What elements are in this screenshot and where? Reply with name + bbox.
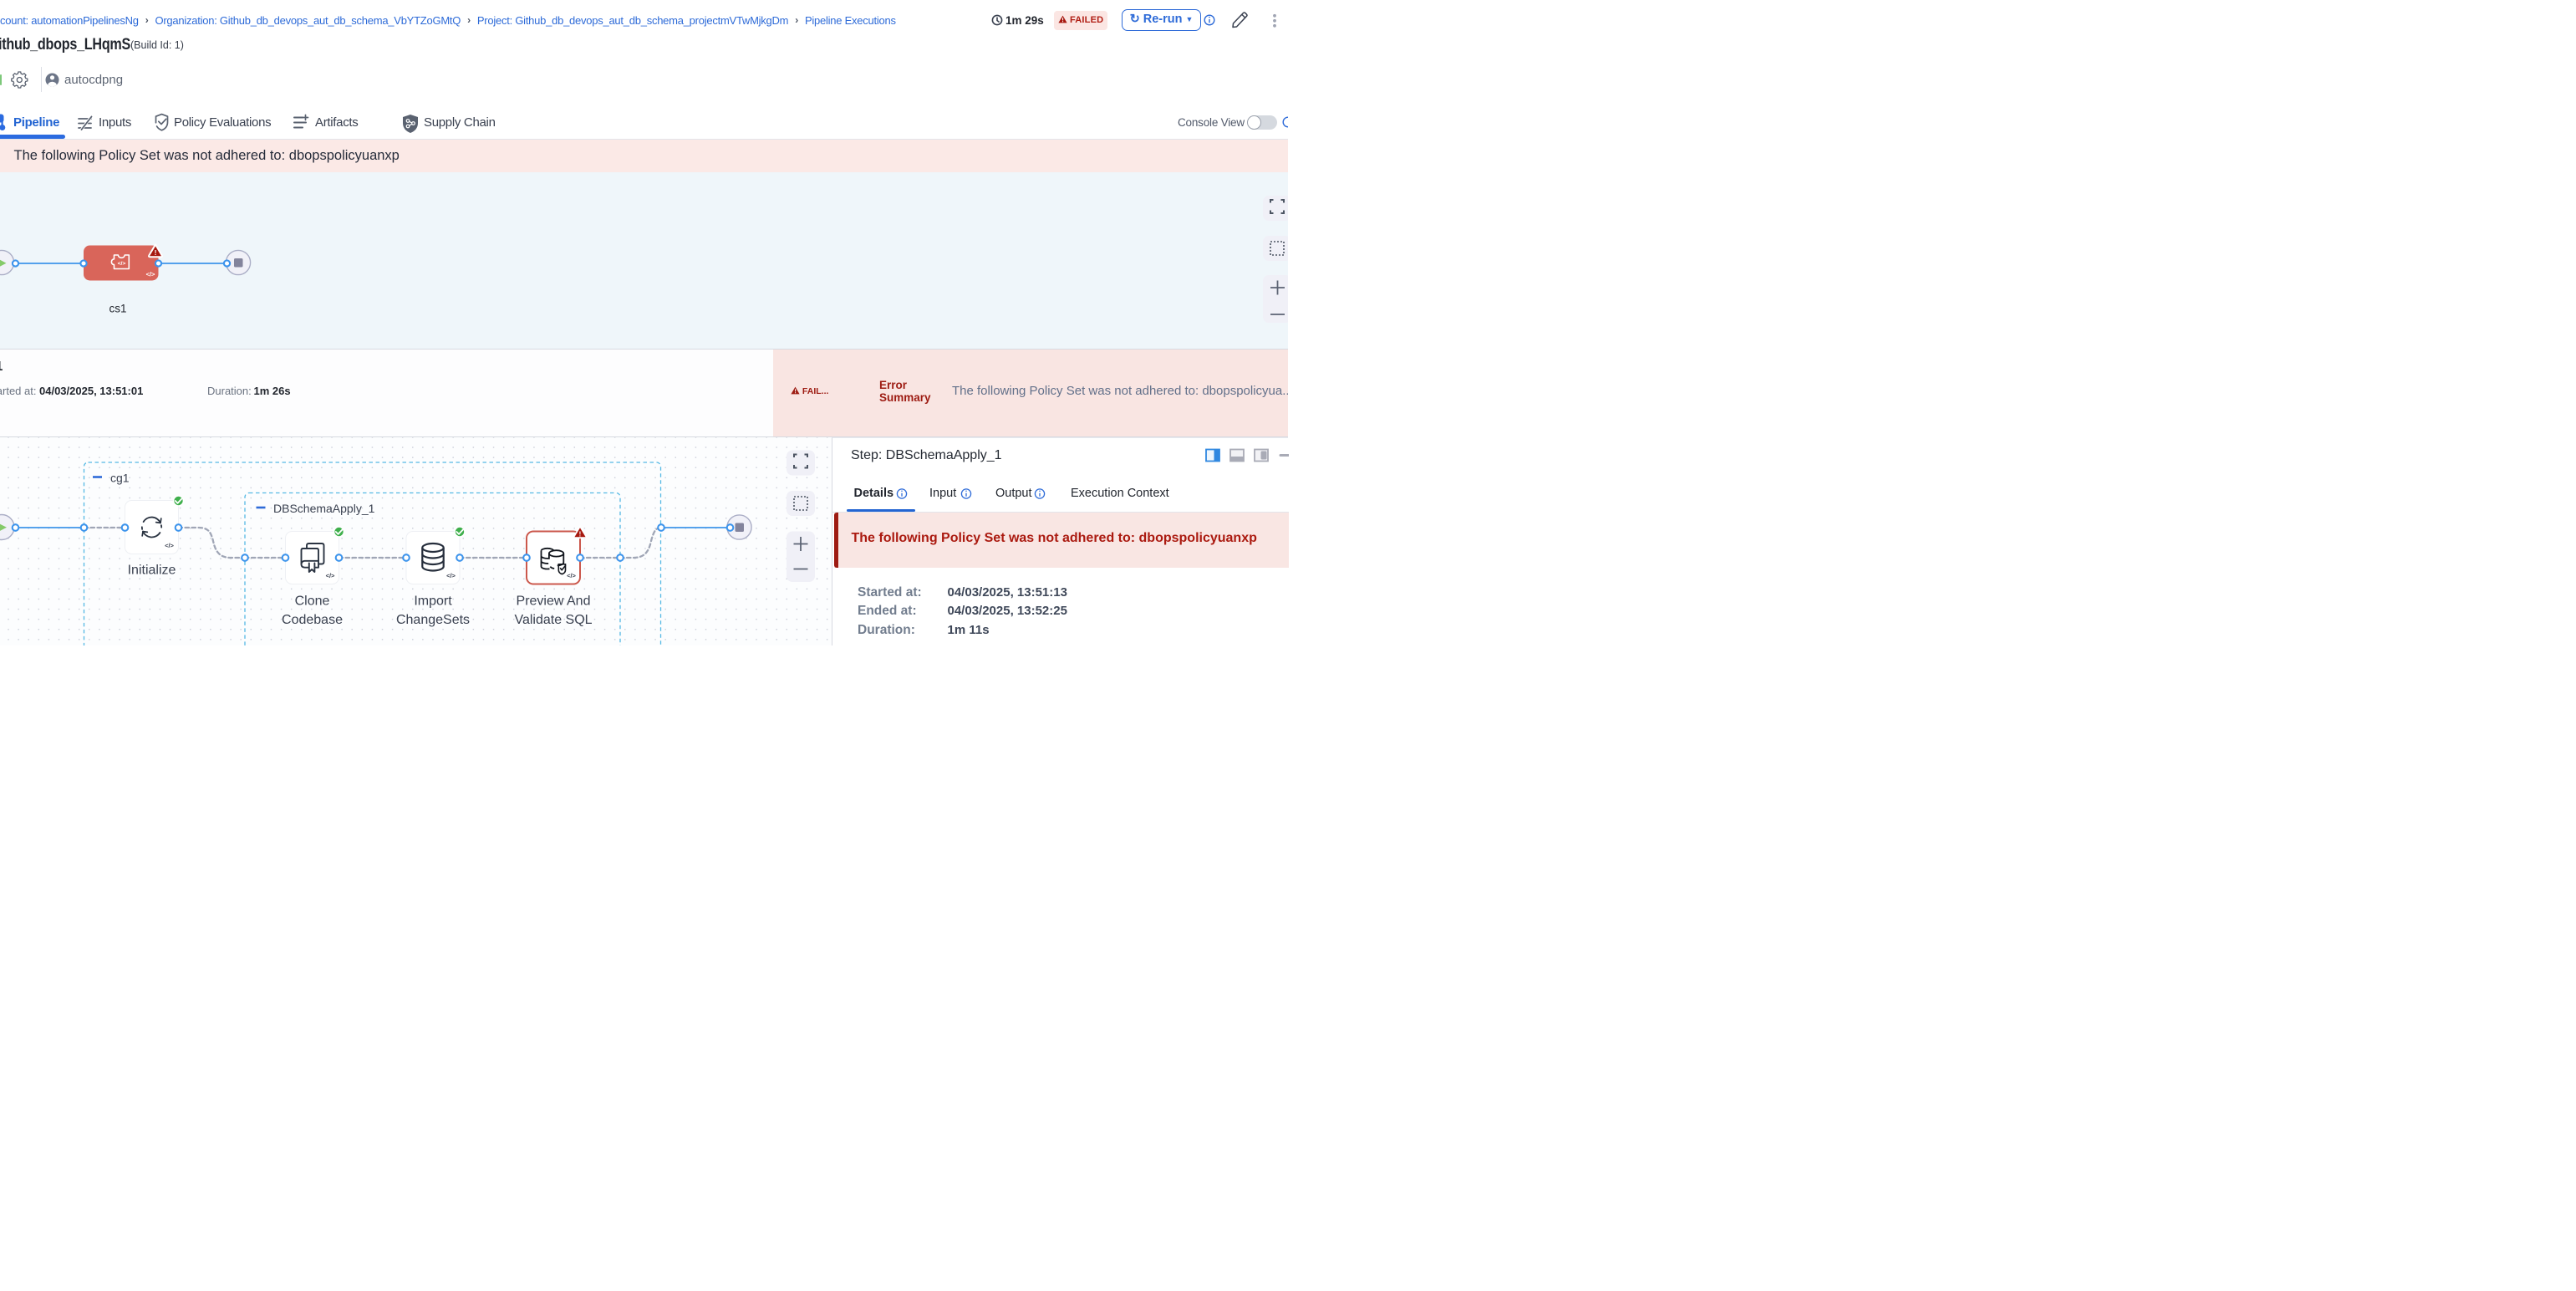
svg-text:</>: </> xyxy=(146,271,155,278)
svg-text:Codebase: Codebase xyxy=(282,613,343,627)
svg-text:!: ! xyxy=(155,248,157,257)
svg-text:</>: </> xyxy=(446,572,456,579)
svg-text:cs1: cs1 xyxy=(109,303,126,315)
svg-text:DBSchemaApply_1: DBSchemaApply_1 xyxy=(273,502,375,515)
svg-text:</>: </> xyxy=(326,572,335,579)
svg-text:Preview And: Preview And xyxy=(517,594,591,609)
svg-text:Clone: Clone xyxy=(295,594,330,609)
svg-text:Validate SQL: Validate SQL xyxy=(514,613,592,627)
svg-text:</>: </> xyxy=(567,572,576,579)
svg-text:Import: Import xyxy=(414,594,452,609)
svg-text:</>: </> xyxy=(118,261,126,267)
svg-text:ChangeSets: ChangeSets xyxy=(396,613,470,627)
svg-text:!: ! xyxy=(579,530,582,538)
svg-text:</>: </> xyxy=(165,542,174,549)
svg-text:Initialize: Initialize xyxy=(128,564,176,578)
svg-text:cg1: cg1 xyxy=(110,472,130,485)
